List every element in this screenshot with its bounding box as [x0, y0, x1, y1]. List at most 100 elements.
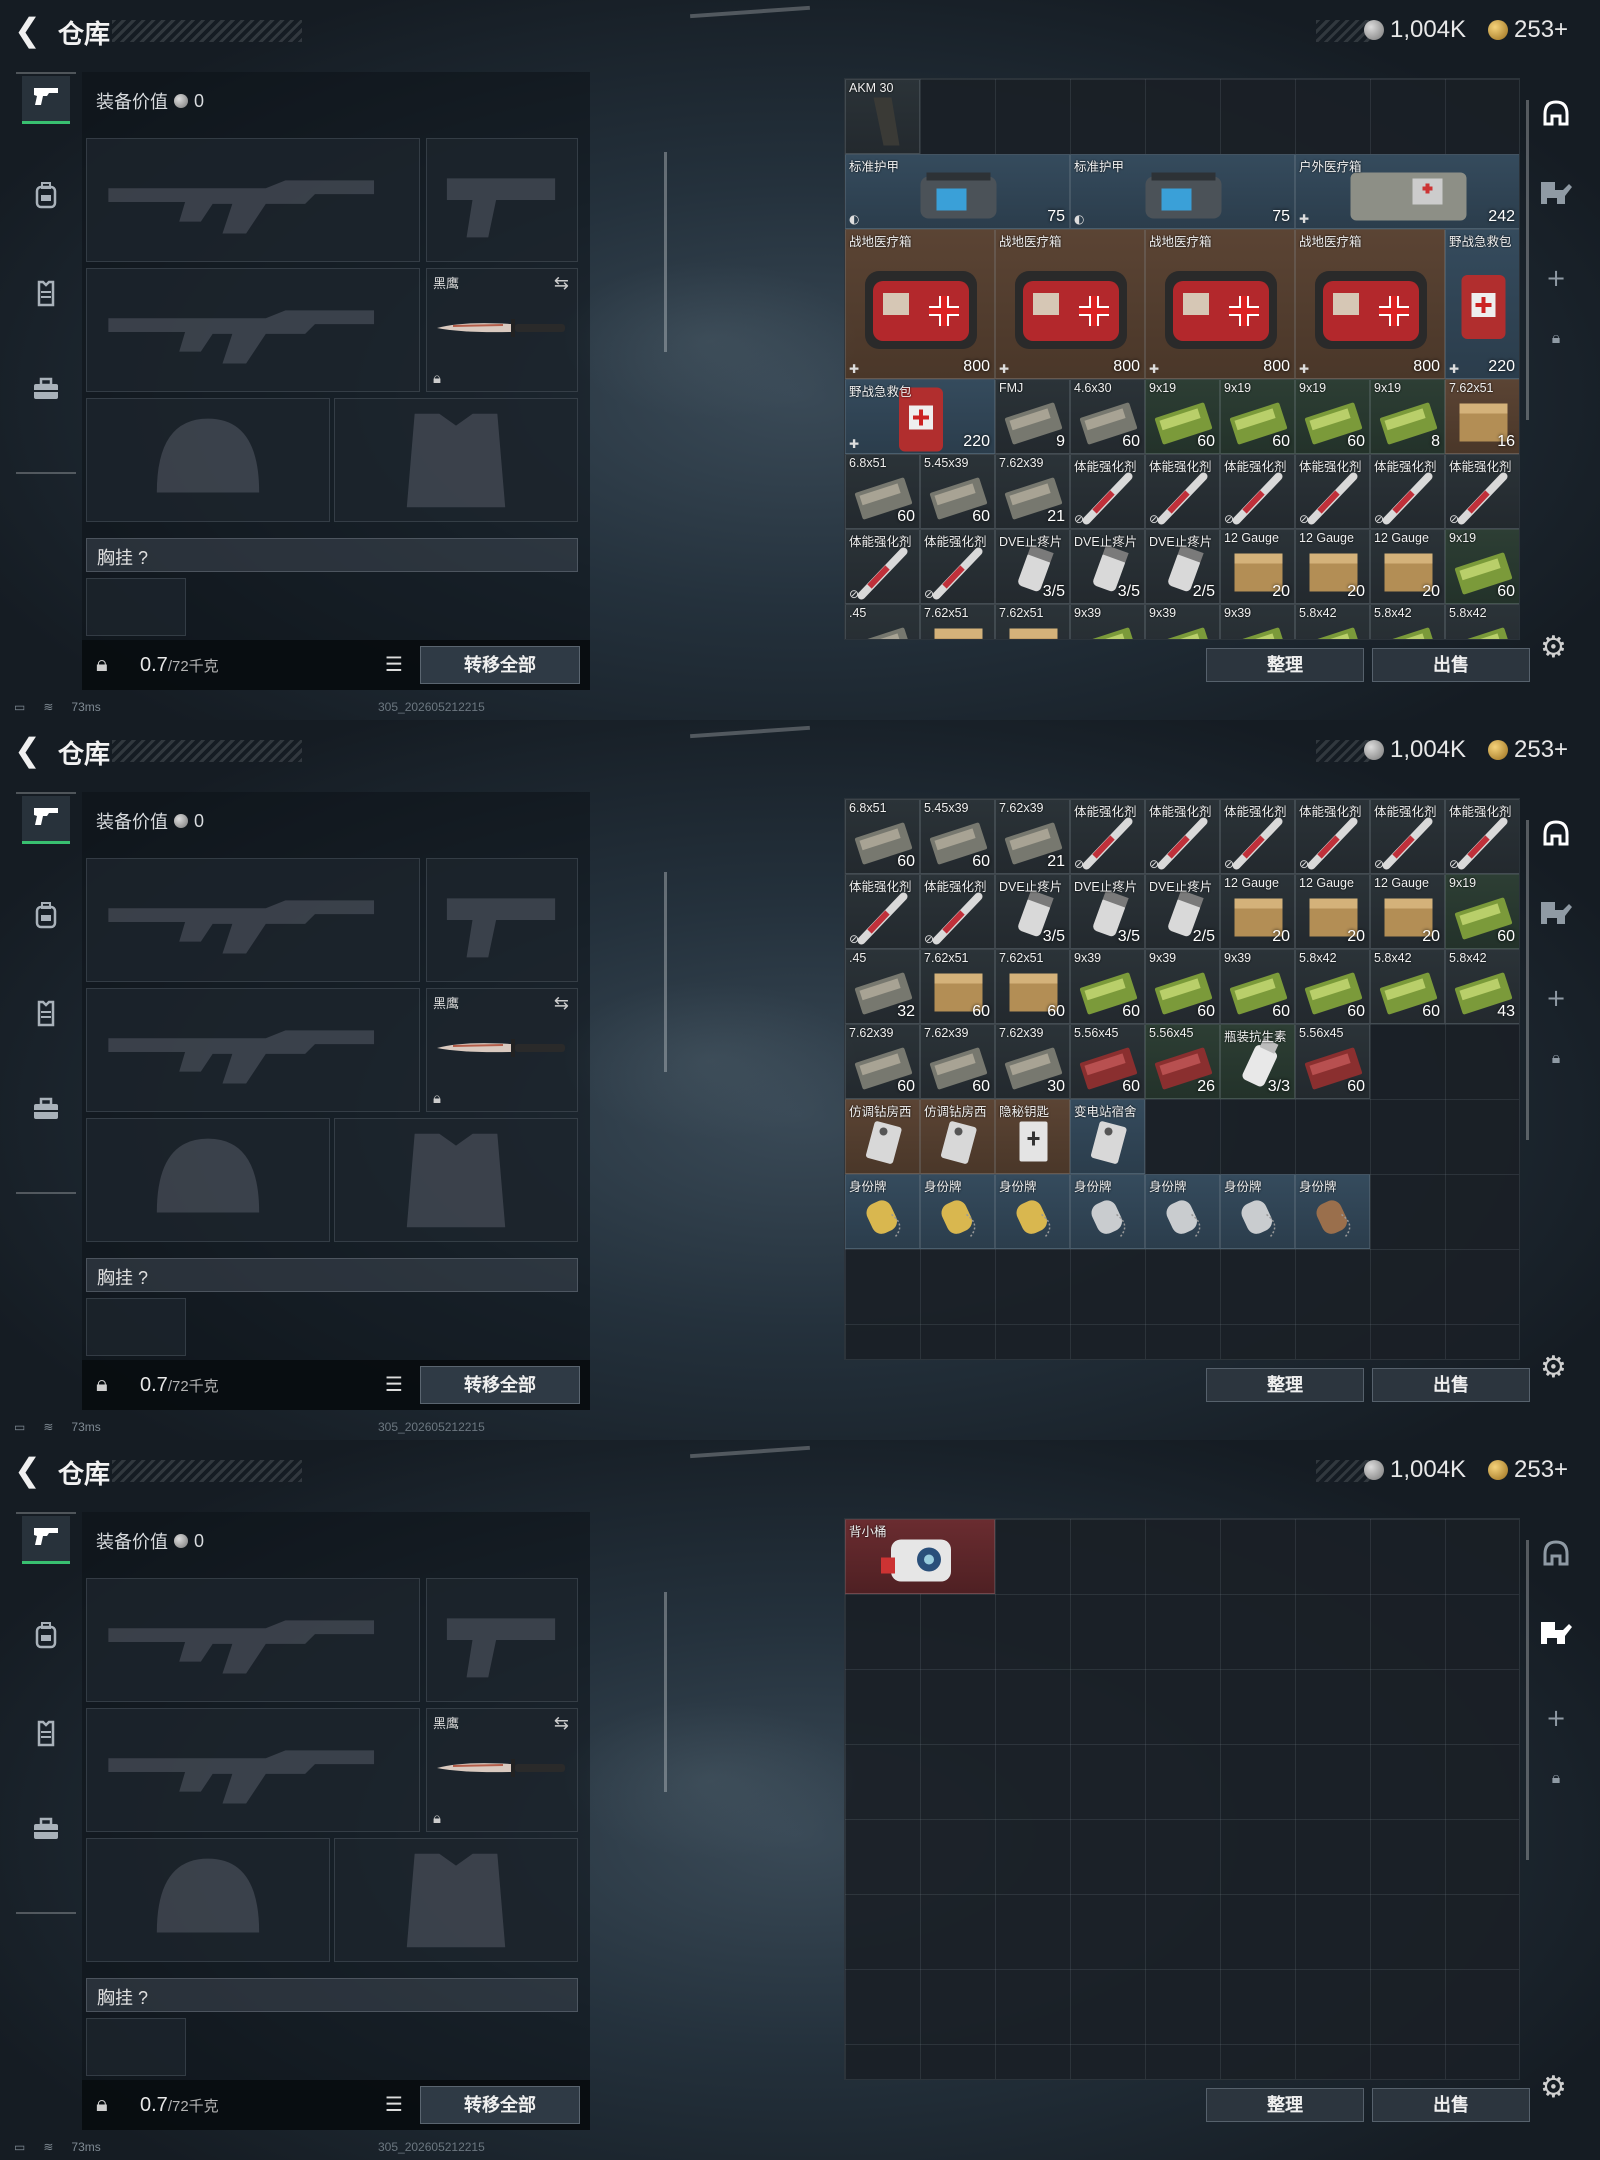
inventory-item[interactable]: 野战急救包 ✚ 220	[845, 379, 995, 454]
equipment-scrollbar[interactable]	[664, 872, 667, 1072]
sidearm-slot[interactable]	[426, 1578, 578, 1702]
plus-icon[interactable]: +	[1536, 258, 1576, 298]
tab-toolbox[interactable]	[22, 1808, 70, 1856]
secondary-weapon-slot[interactable]	[86, 1708, 420, 1832]
list-icon[interactable]: ☰	[380, 652, 408, 678]
inventory-item[interactable]: 仿调钻房西	[920, 1099, 995, 1174]
armor-slot[interactable]	[334, 1118, 578, 1242]
tab-vest[interactable]	[22, 992, 70, 1040]
secondary-weapon-slot[interactable]	[86, 268, 420, 392]
inventory-item[interactable]: 体能强化剂 ⊘	[1445, 799, 1519, 874]
inventory-item[interactable]: FMJ 9	[995, 379, 1070, 454]
inventory-item[interactable]: 5.8x42 43	[1445, 949, 1519, 1024]
inventory-item[interactable]: 5.56x45 26	[1145, 1024, 1220, 1099]
inventory-item[interactable]: 体能强化剂 ⊘	[1220, 799, 1295, 874]
lock-icon[interactable]: 🔒︎	[1536, 1758, 1576, 1798]
inventory-item[interactable]: 仿调钻房西	[845, 1099, 920, 1174]
sort-button[interactable]: 整理	[1206, 648, 1364, 682]
help-icon[interactable]: ?	[138, 548, 148, 568]
equipment-scrollbar[interactable]	[664, 1592, 667, 1792]
inventory-item[interactable]: DVE止疼片 3/5	[995, 529, 1070, 604]
filter-armor[interactable]	[1536, 896, 1576, 936]
gold-currency[interactable]: 253+	[1488, 736, 1568, 764]
sell-button[interactable]: 出售	[1372, 1368, 1530, 1402]
inventory-item[interactable]: 7.62x39 60	[920, 1024, 995, 1099]
inventory-item[interactable]: 身份牌	[1220, 1174, 1295, 1249]
sidearm-slot[interactable]	[426, 138, 578, 262]
inventory-item[interactable]: 身份牌	[845, 1174, 920, 1249]
inventory-item[interactable]: DVE止疼片 3/5	[995, 874, 1070, 949]
inventory-item[interactable]: 9x39	[1145, 604, 1220, 639]
tab-weapons[interactable]	[22, 796, 70, 844]
inventory-item[interactable]: 9x19 60	[1295, 379, 1370, 454]
settings-gear-icon[interactable]: ⚙	[1540, 630, 1567, 665]
inventory-item[interactable]: 体能强化剂 ⊘	[920, 874, 995, 949]
armor-slot[interactable]	[334, 1838, 578, 1962]
inventory-item[interactable]: 标准护甲 ◐ 75	[845, 154, 1070, 229]
filter-helmet[interactable]	[1536, 1538, 1576, 1578]
inventory-item[interactable]: 6.8x51 60	[845, 799, 920, 874]
inventory-item[interactable]: 户外医疗箱 ✚ 242	[1295, 154, 1519, 229]
plus-icon[interactable]: +	[1536, 978, 1576, 1018]
inventory-item[interactable]: 身份牌	[995, 1174, 1070, 1249]
tab-backpack[interactable]	[22, 1614, 70, 1662]
inventory-item[interactable]: 5.8x42	[1445, 604, 1519, 639]
inventory-item[interactable]: 体能强化剂 ⊘	[1145, 454, 1220, 529]
inventory-item[interactable]: 9x39 60	[1220, 949, 1295, 1024]
help-icon[interactable]: ?	[138, 1268, 148, 1288]
transfer-all-button[interactable]: 转移全部	[420, 1366, 580, 1404]
filter-helmet[interactable]	[1536, 818, 1576, 858]
lock-icon[interactable]: 🔒︎	[1536, 1038, 1576, 1078]
inventory-item[interactable]: 12 Gauge 20	[1295, 874, 1370, 949]
inventory-item[interactable]: 9x19 60	[1445, 874, 1519, 949]
inventory-item[interactable]: 体能强化剂 ⊘	[1445, 454, 1519, 529]
inventory-item[interactable]: 9x39 60	[1145, 949, 1220, 1024]
inventory-item[interactable]: 5.8x42 60	[1370, 949, 1445, 1024]
inventory-item[interactable]: 体能强化剂 ⊘	[1370, 799, 1445, 874]
chest-rig-item-slot[interactable]	[86, 1298, 186, 1356]
inventory-item[interactable]: DVE止疼片 3/5	[1070, 874, 1145, 949]
sort-button[interactable]: 整理	[1206, 2088, 1364, 2122]
helmet-slot[interactable]	[86, 398, 330, 522]
inventory-item[interactable]: 战地医疗箱 ✚ 800	[1295, 229, 1445, 379]
inventory-item[interactable]: 体能强化剂 ⊘	[1295, 454, 1370, 529]
inventory-item[interactable]: DVE止疼片 3/5	[1070, 529, 1145, 604]
inventory-item[interactable]: 体能强化剂 ⊘	[1295, 799, 1370, 874]
helmet-slot[interactable]	[86, 1838, 330, 1962]
armor-slot[interactable]	[334, 398, 578, 522]
inventory-item[interactable]: 5.8x42	[1370, 604, 1445, 639]
gold-currency[interactable]: 253+	[1488, 16, 1568, 44]
inventory-item[interactable]: 9x39	[1070, 604, 1145, 639]
tab-toolbox[interactable]	[22, 368, 70, 416]
inventory-item[interactable]: .45 32	[845, 949, 920, 1024]
inventory-item[interactable]: 12 Gauge 20	[1370, 874, 1445, 949]
inventory-item[interactable]: 5.45x39 60	[920, 799, 995, 874]
inventory-item[interactable]: 体能强化剂 ⊘	[920, 529, 995, 604]
inventory-item[interactable]: DVE止疼片 2/5	[1145, 529, 1220, 604]
tab-vest[interactable]	[22, 272, 70, 320]
inventory-item[interactable]: 9x19 8	[1370, 379, 1445, 454]
tab-vest[interactable]	[22, 1712, 70, 1760]
inventory-item[interactable]: 9x19 60	[1220, 379, 1295, 454]
primary-weapon-slot[interactable]	[86, 1578, 420, 1702]
swap-icon[interactable]: ⇆	[554, 1713, 569, 1734]
inventory-item[interactable]: 体能强化剂 ⊘	[845, 529, 920, 604]
melee-slot[interactable]: 黑鹰 ⇆ 🔒︎	[426, 988, 578, 1112]
settings-gear-icon[interactable]: ⚙	[1540, 2070, 1567, 2105]
chest-rig-slot[interactable]: 胸挂 ?	[86, 1258, 578, 1292]
inventory-item[interactable]: 体能强化剂 ⊘	[845, 874, 920, 949]
melee-slot[interactable]: 黑鹰 ⇆ 🔒︎	[426, 1708, 578, 1832]
inventory-item[interactable]: 6.8x51 60	[845, 454, 920, 529]
tab-weapons[interactable]	[22, 1516, 70, 1564]
settings-gear-icon[interactable]: ⚙	[1540, 1350, 1567, 1385]
inventory-item[interactable]: 9x19 60	[1445, 529, 1519, 604]
lock-icon[interactable]: 🔒︎	[96, 1372, 108, 1397]
inventory-item[interactable]: 身份牌	[920, 1174, 995, 1249]
inventory-item[interactable]: 5.8x42 60	[1295, 949, 1370, 1024]
inventory-item[interactable]: DVE止疼片 2/5	[1145, 874, 1220, 949]
inventory-item[interactable]: 瓶装抗生素 3/3	[1220, 1024, 1295, 1099]
inventory-item[interactable]: 战地医疗箱 ✚ 800	[1145, 229, 1295, 379]
inventory-item[interactable]: 体能强化剂 ⊘	[1070, 799, 1145, 874]
equipment-scrollbar[interactable]	[664, 152, 667, 352]
swap-icon[interactable]: ⇆	[554, 993, 569, 1014]
